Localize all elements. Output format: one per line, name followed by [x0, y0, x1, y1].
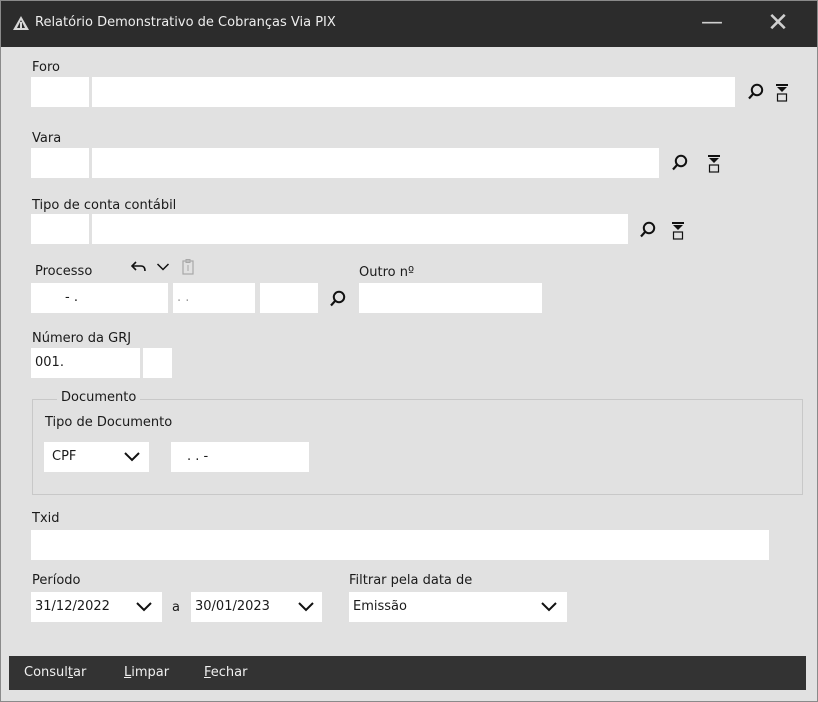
foro-label: Foro — [32, 60, 60, 75]
chevron-down-icon — [541, 602, 557, 612]
filtrar-data-select[interactable]: Emissão — [349, 592, 567, 622]
txid-label: Txid — [32, 511, 60, 526]
app-logo-icon — [13, 16, 29, 30]
chevron-down-icon — [124, 452, 140, 462]
outro-numero-input[interactable] — [359, 283, 542, 313]
processo-part2-input[interactable]: . . — [173, 283, 255, 313]
foro-search-icon[interactable] — [747, 83, 765, 101]
vara-code-input[interactable] — [31, 148, 89, 178]
title-bar: Relatório Demonstrativo de Cobranças Via… — [1, 1, 817, 47]
periodo-separator: a — [172, 600, 180, 615]
periodo-start-value: 31/12/2022 — [35, 599, 110, 614]
vara-search-icon[interactable] — [671, 154, 689, 172]
grj-number-input[interactable]: 001. — [31, 348, 140, 378]
tipo-documento-select[interactable]: CPF — [44, 442, 149, 472]
report-window: Relatório Demonstrativo de Cobranças Via… — [0, 0, 818, 702]
vara-label: Vara — [32, 131, 62, 146]
chevron-down-icon — [298, 602, 314, 612]
tipo-documento-label: Tipo de Documento — [45, 415, 173, 430]
filtrar-data-value: Emissão — [353, 599, 407, 614]
processo-label: Processo — [35, 264, 93, 279]
processo-search-icon[interactable] — [329, 290, 347, 308]
filtrar-data-label: Filtrar pela data de — [349, 573, 473, 588]
periodo-start-date-picker[interactable]: 31/12/2022 — [31, 592, 162, 622]
txid-input[interactable] — [31, 530, 769, 560]
documento-group-label: Documento — [57, 390, 141, 405]
outro-numero-label: Outro nº — [359, 265, 415, 280]
tipo-documento-value: CPF — [52, 449, 77, 464]
vara-filter-dropdown-icon[interactable] — [707, 155, 721, 173]
processo-part1-input[interactable]: - . — [31, 283, 168, 313]
minimize-button[interactable]: — — [689, 1, 735, 47]
periodo-end-value: 30/01/2023 — [195, 599, 270, 614]
close-button[interactable]: ✕ — [755, 1, 801, 47]
documento-numero-input[interactable]: . . - — [171, 442, 309, 472]
tipo-conta-name-input[interactable] — [92, 214, 628, 244]
foro-code-input[interactable] — [31, 77, 89, 107]
limpar-button[interactable]: Limpar — [124, 665, 169, 680]
tipo-conta-code-input[interactable] — [31, 214, 89, 244]
tipo-conta-label: Tipo de conta contábil — [32, 198, 177, 213]
action-bar: Consultar Limpar Fechar — [9, 656, 806, 690]
foro-name-input[interactable] — [92, 77, 735, 107]
grj-digit-input[interactable] — [143, 348, 172, 378]
window-title: Relatório Demonstrativo de Cobranças Via… — [35, 15, 336, 30]
tipo-conta-filter-dropdown-icon[interactable] — [671, 222, 685, 240]
processo-chevron-down-icon[interactable] — [156, 262, 170, 272]
periodo-end-date-picker[interactable]: 30/01/2023 — [191, 592, 322, 622]
tipo-conta-search-icon[interactable] — [639, 221, 657, 239]
periodo-label: Período — [32, 573, 81, 588]
consultar-button[interactable]: Consultar — [24, 665, 86, 680]
vara-name-input[interactable] — [92, 148, 659, 178]
foro-filter-dropdown-icon[interactable] — [775, 84, 789, 102]
processo-part3-input[interactable] — [260, 283, 318, 313]
chevron-down-icon — [136, 602, 152, 612]
undo-icon[interactable] — [131, 260, 147, 274]
clipboard-icon[interactable] — [181, 259, 195, 275]
grj-label: Número da GRJ — [32, 331, 132, 346]
fechar-button[interactable]: Fechar — [204, 665, 247, 680]
